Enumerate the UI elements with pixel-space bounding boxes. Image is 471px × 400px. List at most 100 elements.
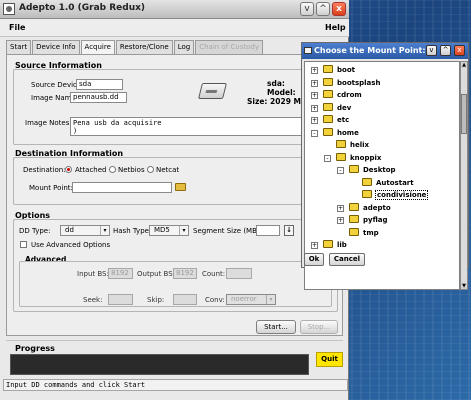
- count-field[interactable]: [226, 268, 252, 279]
- acquire-panel: Source Information Source Device: sda Im…: [6, 54, 343, 336]
- tree-item-label: adepto: [363, 203, 391, 212]
- tree-item-label: etc: [337, 116, 350, 124]
- dd-type-select[interactable]: dd ▾: [60, 225, 110, 236]
- destination-netbios-label: Netbios: [118, 166, 145, 174]
- folder-icon: [349, 202, 359, 211]
- destination-attached-label: Attached: [75, 166, 107, 174]
- tab-device-info[interactable]: Device Info: [32, 40, 80, 54]
- dialog-ok-button[interactable]: Ok: [304, 253, 324, 266]
- folder-icon: [323, 77, 333, 86]
- mount-point-field[interactable]: [72, 182, 172, 193]
- tree-item[interactable]: boot: [323, 65, 356, 77]
- dialog-titlebar[interactable]: Choose the Mount Point: v ^ x: [302, 43, 468, 59]
- tab-acquire[interactable]: Acquire: [80, 40, 115, 55]
- minimize-button[interactable]: v: [300, 2, 314, 16]
- tab-chain-of-custody: Chain of Custody: [195, 40, 263, 54]
- folder-icon: [323, 240, 333, 248]
- tree-expander-icon[interactable]: +: [311, 104, 318, 112]
- destination-netcat-label: Netcat: [156, 166, 180, 174]
- mount-point-dialog: Choose the Mount Point: v ^ x + boot + boot…: [301, 42, 469, 290]
- download-arrow-icon[interactable]: ↓: [284, 225, 294, 236]
- input-bs-label: Input BS:: [77, 270, 109, 278]
- tree-expander-icon[interactable]: -: [311, 129, 318, 137]
- tree-expander-icon[interactable]: +: [337, 217, 344, 224]
- tree-scrollbar[interactable]: ▲ ▼: [460, 61, 468, 290]
- tree-item[interactable]: home: [323, 127, 360, 140]
- tree-expander-icon[interactable]: -: [337, 167, 344, 174]
- tree-item[interactable]: adepto: [349, 202, 392, 215]
- seek-label: Seek:: [83, 296, 103, 304]
- maximize-button[interactable]: ^: [316, 2, 330, 16]
- hash-type-select[interactable]: MD5 ▾: [149, 225, 189, 236]
- tree-item-label: boot: [337, 66, 355, 74]
- tab-restore-clone[interactable]: Restore/Clone: [115, 40, 173, 54]
- destination-label: Destination:: [23, 166, 66, 174]
- tree-item[interactable]: tmp: [349, 227, 380, 240]
- tree-item-label: home: [337, 128, 359, 137]
- image-notes-field[interactable]: [70, 117, 336, 136]
- app-icon: [3, 3, 15, 15]
- dialog-maximize-button[interactable]: ^: [440, 45, 451, 56]
- quit-button[interactable]: Quit: [316, 352, 343, 367]
- folder-icon: [323, 90, 333, 98]
- folder-icon: [323, 65, 333, 73]
- folder-icon: [323, 115, 333, 123]
- tree-item[interactable]: dev: [323, 102, 352, 115]
- tree-item[interactable]: bootsplash: [323, 77, 381, 90]
- segment-size-field[interactable]: [256, 225, 280, 236]
- scrollbar-thumb[interactable]: [461, 94, 467, 134]
- tree-expander-icon[interactable]: -: [324, 154, 331, 162]
- tree-item[interactable]: condivisione: [362, 190, 429, 202]
- progress-bar: [10, 354, 309, 375]
- tree-item[interactable]: knoppix: [336, 152, 382, 165]
- tree-expander-icon[interactable]: +: [311, 92, 318, 99]
- tree-expander-icon[interactable]: +: [311, 242, 318, 249]
- tree-item-label: Autostart: [376, 178, 414, 187]
- dialog-cancel-button[interactable]: Cancel: [329, 253, 365, 266]
- dd-type-value: dd: [65, 226, 74, 234]
- mount-point-label: Mount Point:: [29, 184, 73, 192]
- image-name-field[interactable]: pennausb.dd: [70, 92, 127, 103]
- conv-select[interactable]: noerror ▾: [226, 294, 276, 305]
- tree-item-label: tmp: [363, 228, 379, 237]
- tab-log[interactable]: Log: [173, 40, 195, 54]
- directory-tree[interactable]: + boot + bootsplash + cdrom + dev + etc - home helix…: [304, 61, 460, 290]
- tree-item[interactable]: cdrom: [323, 90, 363, 102]
- tree-expander-icon[interactable]: +: [311, 79, 318, 87]
- menu-help[interactable]: Help: [325, 23, 346, 32]
- tree-item[interactable]: pyflag: [349, 215, 389, 227]
- destination-netcat-radio[interactable]: [147, 166, 154, 173]
- input-bs-field[interactable]: 8192: [108, 268, 133, 279]
- source-device-field[interactable]: sda: [76, 79, 123, 90]
- dialog-minimize-button[interactable]: v: [426, 45, 437, 56]
- menu-file[interactable]: File: [9, 23, 25, 32]
- folder-icon[interactable]: [175, 183, 186, 191]
- dialog-window-icon: [304, 47, 312, 54]
- tree-item[interactable]: Autostart: [362, 177, 415, 190]
- conv-label: Conv:: [205, 296, 225, 304]
- scroll-down-icon[interactable]: ▼: [461, 283, 467, 289]
- start-button[interactable]: Start...: [256, 320, 296, 334]
- tree-item[interactable]: etc: [323, 115, 350, 127]
- tree-expander-icon[interactable]: +: [337, 204, 344, 212]
- output-bs-field[interactable]: 8192: [173, 268, 197, 279]
- seek-field[interactable]: [108, 294, 133, 305]
- skip-field[interactable]: [173, 294, 197, 305]
- dialog-title: Choose the Mount Point:: [314, 46, 426, 55]
- window-titlebar[interactable]: Adepto 1.0 (Grab Redux) v ^ x: [0, 0, 349, 19]
- destination-netbios-radio[interactable]: [109, 166, 116, 173]
- dialog-close-button[interactable]: x: [454, 45, 465, 56]
- use-advanced-options-checkbox[interactable]: [20, 241, 27, 248]
- tree-item[interactable]: Desktop: [349, 165, 397, 177]
- tree-expander-icon[interactable]: +: [311, 117, 318, 124]
- main-window: Adepto 1.0 (Grab Redux) v ^ x File Help …: [0, 0, 349, 400]
- tab-start[interactable]: Start: [6, 40, 32, 54]
- close-button[interactable]: x: [332, 2, 346, 16]
- tree-item[interactable]: lib: [323, 240, 348, 252]
- destination-attached-radio[interactable]: [65, 166, 72, 173]
- use-advanced-options-label: Use Advanced Options: [31, 241, 111, 249]
- tree-expander-icon[interactable]: +: [311, 67, 318, 74]
- scroll-up-icon[interactable]: ▲: [461, 62, 467, 68]
- tree-item[interactable]: helix: [336, 140, 370, 152]
- progress-separator: [6, 340, 343, 341]
